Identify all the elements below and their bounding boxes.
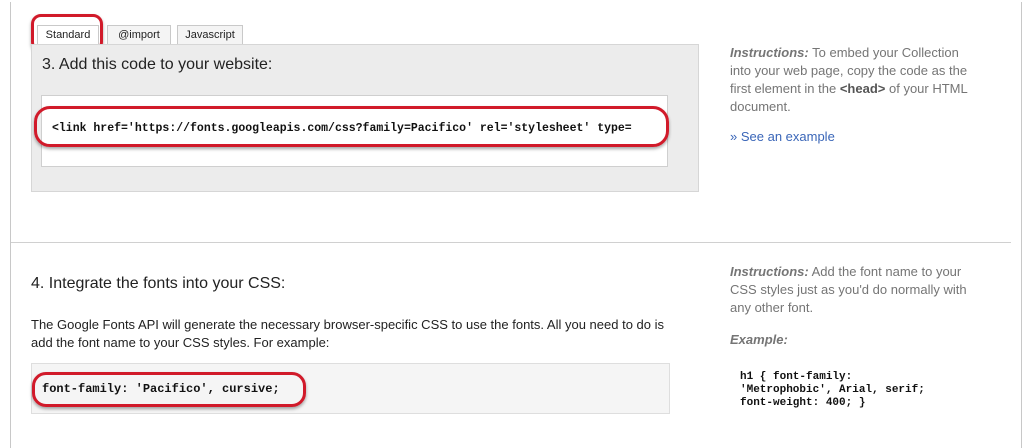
example-label: Example: [730, 331, 788, 349]
tab-javascript-label: Javascript [185, 29, 235, 41]
instructions-embed-label: Instructions: [730, 45, 809, 60]
see-example-link[interactable]: » See an example [730, 129, 835, 144]
highlight-ring-font-family-code [32, 372, 306, 407]
example-label-text: Example: [730, 332, 788, 347]
head-tag-text: <head> [839, 81, 886, 96]
section-divider [11, 242, 1011, 243]
instructions-embed: Instructions: To embed your Collection i… [730, 44, 980, 116]
example-code: h1 { font-family: 'Metrophobic', Arial, … [740, 371, 925, 409]
tab-import[interactable]: @import [107, 25, 171, 44]
step-4-heading: 4. Integrate the fonts into your CSS: [31, 275, 286, 292]
tab-javascript[interactable]: Javascript [177, 25, 243, 44]
tab-import-label: @import [118, 29, 160, 41]
step-4-description: The Google Fonts API will generate the n… [31, 317, 665, 350]
step-3-heading: 3. Add this code to your website: [42, 56, 273, 73]
instructions-css: Instructions: Add the font name to your … [730, 263, 975, 317]
instructions-css-label: Instructions: [730, 264, 809, 279]
highlight-ring-embed-code [34, 106, 669, 147]
